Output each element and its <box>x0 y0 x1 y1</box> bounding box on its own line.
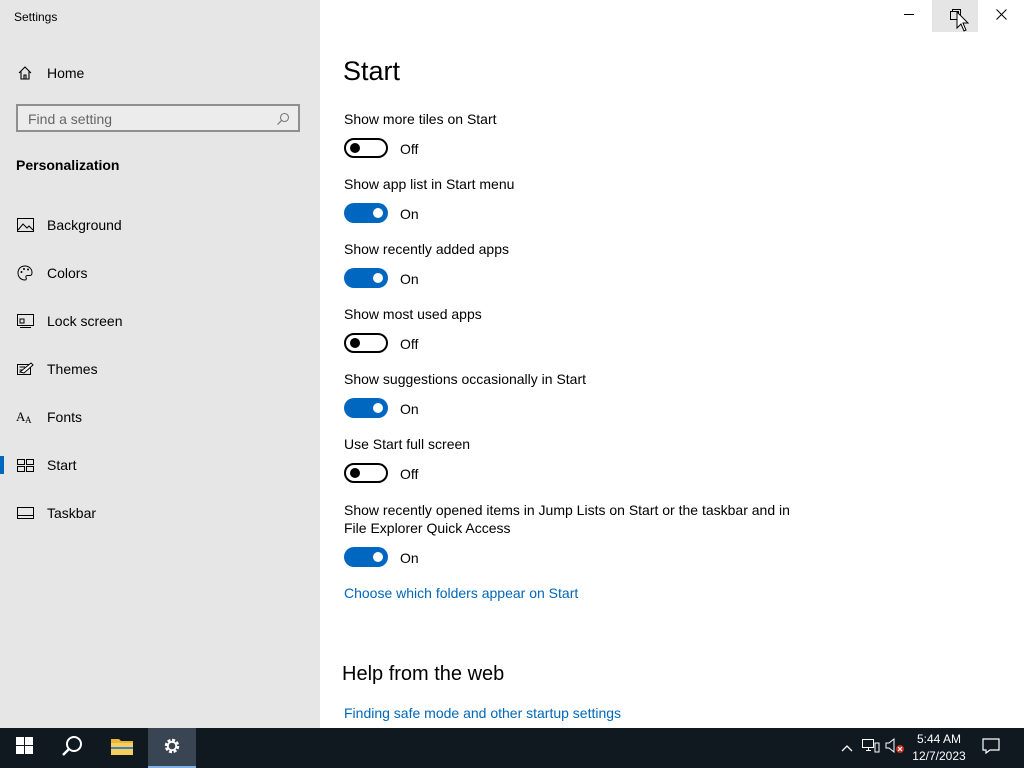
search-input[interactable] <box>28 110 268 128</box>
toggle-state: Off <box>400 141 419 157</box>
toggle-knob <box>350 468 360 478</box>
lock-screen-icon <box>16 312 34 330</box>
windows-logo-icon <box>15 737 33 759</box>
search-icon[interactable] <box>276 112 290 126</box>
show-most-used-toggle[interactable] <box>344 333 388 353</box>
folder-icon <box>110 736 134 761</box>
sidebar-item-label: Taskbar <box>47 505 97 521</box>
toggle-state: Off <box>400 466 419 482</box>
toggle-knob <box>373 273 383 283</box>
sidebar-item-label: Fonts <box>47 409 83 425</box>
app-title: Settings <box>14 10 58 24</box>
sidebar-item-label: Start <box>47 457 77 473</box>
settings-app-button[interactable] <box>148 728 196 768</box>
toggle-state: On <box>400 401 419 417</box>
minimize-icon <box>903 7 915 25</box>
close-icon <box>995 7 1007 25</box>
sidebar-item-themes[interactable]: Themes <box>0 351 320 387</box>
sidebar-item-label: Lock screen <box>47 313 123 329</box>
toggle-knob <box>350 143 360 153</box>
sidebar-item-label: Themes <box>47 361 98 377</box>
search-icon <box>61 735 83 762</box>
search-box[interactable] <box>16 104 300 132</box>
notification-icon <box>982 737 1000 759</box>
toggle-knob <box>373 552 383 562</box>
toggle-state: Off <box>400 336 419 352</box>
search-button[interactable] <box>48 728 96 768</box>
gear-icon <box>162 736 182 761</box>
picture-icon <box>16 216 34 234</box>
setting-label: Show app list in Start menu <box>344 176 515 192</box>
taskbar: 5:44 AM 12/7/2023 <box>0 728 1024 768</box>
home-link[interactable]: Home <box>16 62 84 84</box>
network-icon <box>862 738 880 759</box>
setting-label: Show more tiles on Start <box>344 111 497 127</box>
show-app-list-toggle[interactable] <box>344 203 388 223</box>
sidebar-item-label: Background <box>47 217 122 233</box>
toggle-knob <box>373 403 383 413</box>
volume-muted-icon <box>885 737 905 759</box>
clock-time: 5:44 AM <box>916 732 962 746</box>
full-screen-toggle[interactable] <box>344 463 388 483</box>
palette-icon <box>16 264 34 282</box>
restore-button[interactable] <box>932 0 978 32</box>
close-button[interactable] <box>978 0 1024 32</box>
show-hidden-icons-button[interactable] <box>838 728 856 768</box>
setting-label: Show most used apps <box>344 306 482 322</box>
themes-icon <box>16 360 34 378</box>
taskbar-icon <box>16 504 34 522</box>
action-center-button[interactable] <box>976 728 1006 768</box>
setting-label: Show recently opened items in Jump Lists… <box>344 502 790 536</box>
toggle-state: On <box>400 206 419 222</box>
choose-folders-link[interactable]: Choose which folders appear on Start <box>344 585 578 601</box>
help-title: Help from the web <box>342 663 505 685</box>
sidebar: Settings Home Personalization Background… <box>0 0 320 728</box>
sidebar-item-label: Colors <box>47 265 88 281</box>
minimize-button[interactable] <box>886 0 932 32</box>
show-suggestions-toggle[interactable] <box>344 398 388 418</box>
start-tiles-icon <box>16 456 34 474</box>
chevron-up-icon <box>841 739 853 757</box>
sidebar-item-background[interactable]: Background <box>0 207 320 243</box>
page-title: Start <box>343 56 401 86</box>
clock-date: 12/7/2023 <box>912 749 966 763</box>
svg-text:A: A <box>25 415 32 424</box>
toggle-knob <box>373 208 383 218</box>
sidebar-item-taskbar[interactable]: Taskbar <box>0 495 320 531</box>
mouse-cursor-icon <box>956 10 970 38</box>
sidebar-item-start[interactable]: Start <box>0 447 320 483</box>
fonts-icon: AA <box>16 408 34 426</box>
start-button[interactable] <box>0 728 48 768</box>
setting-label: Show suggestions occasionally in Start <box>344 371 587 387</box>
home-icon <box>16 64 34 82</box>
toggle-state: On <box>400 271 419 287</box>
toggle-knob <box>350 338 360 348</box>
sidebar-item-colors[interactable]: Colors <box>0 255 320 291</box>
sidebar-item-fonts[interactable]: AA Fonts <box>0 399 320 435</box>
network-button[interactable] <box>860 728 882 768</box>
file-explorer-button[interactable] <box>98 728 146 768</box>
show-recently-added-toggle[interactable] <box>344 268 388 288</box>
setting-label: Show recently added apps <box>344 241 509 257</box>
taskbar-clock[interactable]: 5:44 AM 12/7/2023 <box>908 731 970 765</box>
sidebar-item-lock-screen[interactable]: Lock screen <box>0 303 320 339</box>
volume-button[interactable] <box>884 728 906 768</box>
safe-mode-help-link[interactable]: Finding safe mode and other startup sett… <box>344 705 621 721</box>
jump-lists-toggle[interactable] <box>344 547 388 567</box>
show-more-tiles-toggle[interactable] <box>344 138 388 158</box>
setting-label: Use Start full screen <box>344 436 471 452</box>
section-title: Personalization <box>16 157 120 173</box>
toggle-state: On <box>400 550 419 566</box>
home-label: Home <box>47 65 85 81</box>
